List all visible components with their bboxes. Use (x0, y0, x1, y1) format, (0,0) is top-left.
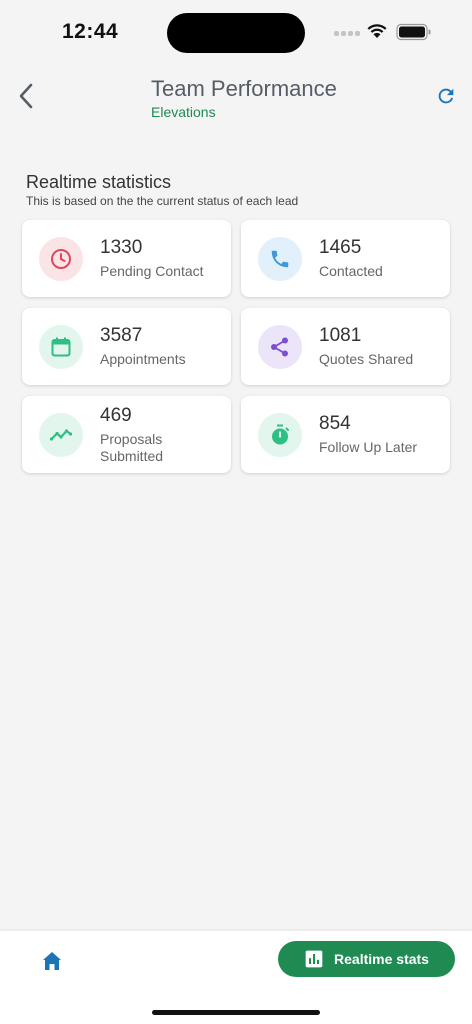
trend-icon (49, 429, 73, 441)
page-subtitle: Elevations (151, 104, 216, 120)
home-button[interactable] (38, 947, 66, 975)
status-bar: 12:44 (0, 0, 472, 60)
bottom-nav: Realtime stats (0, 931, 472, 1024)
stat-label: Appointments (100, 351, 186, 367)
stat-value: 469 (100, 405, 132, 426)
stat-label: Quotes Shared (319, 351, 414, 367)
back-button[interactable] (12, 82, 40, 110)
stat-icon-wrap (258, 237, 302, 281)
timer-icon (272, 424, 289, 445)
stat-card-appointments[interactable]: 3587 Appointments (22, 308, 231, 385)
stat-value: 1465 (319, 237, 362, 258)
realtime-stats-button[interactable]: Realtime stats (278, 941, 455, 977)
header-titles: Team Performance Elevations (151, 76, 337, 121)
clock-icon (51, 249, 71, 269)
calendar-icon (51, 337, 71, 357)
stat-icon-wrap (258, 413, 302, 457)
share-icon (271, 337, 288, 357)
stat-label: Proposals Submitted (100, 431, 164, 464)
status-time: 12:44 (62, 20, 119, 43)
stat-value: 1330 (100, 237, 143, 258)
stat-card-follow-up-later[interactable]: 854 Follow Up Later (241, 396, 450, 473)
stat-icon-wrap (258, 325, 302, 369)
realtime-stats-label: Realtime stats (334, 951, 429, 967)
stat-card-proposals-submitted[interactable]: 469 Proposals Submitted (22, 396, 231, 473)
stat-label: Contacted (319, 263, 383, 279)
stat-card-pending-contact[interactable]: 1330 Pending Contact (22, 220, 231, 297)
dynamic-island (167, 13, 305, 53)
stat-value: 1081 (319, 325, 362, 346)
stat-icon-wrap (39, 325, 83, 369)
home-icon (43, 952, 61, 970)
chevron-left-icon (19, 83, 33, 109)
section-title: Realtime statistics (26, 172, 172, 192)
stat-icon-wrap (39, 413, 83, 457)
app-header: Team Performance Elevations (0, 72, 472, 122)
stat-icon-wrap (39, 237, 83, 281)
stat-value: 854 (319, 413, 351, 434)
stat-label: Pending Contact (100, 263, 204, 279)
refresh-icon (438, 88, 454, 104)
bar-chart-icon (305, 950, 323, 968)
battery-icon (396, 23, 431, 41)
stat-label: Follow Up Later (319, 439, 418, 455)
wifi-icon (367, 24, 387, 38)
stat-value: 3587 (100, 325, 143, 346)
phone-icon (271, 250, 289, 268)
stat-card-quotes-shared[interactable]: 1081 Quotes Shared (241, 308, 450, 385)
signal-icon (334, 31, 360, 36)
page-title: Team Performance (151, 76, 337, 101)
refresh-button[interactable] (432, 82, 460, 110)
stat-card-contacted[interactable]: 1465 Contacted (241, 220, 450, 297)
section-description: This is based on the the current status … (26, 194, 299, 208)
home-indicator (152, 1010, 320, 1015)
